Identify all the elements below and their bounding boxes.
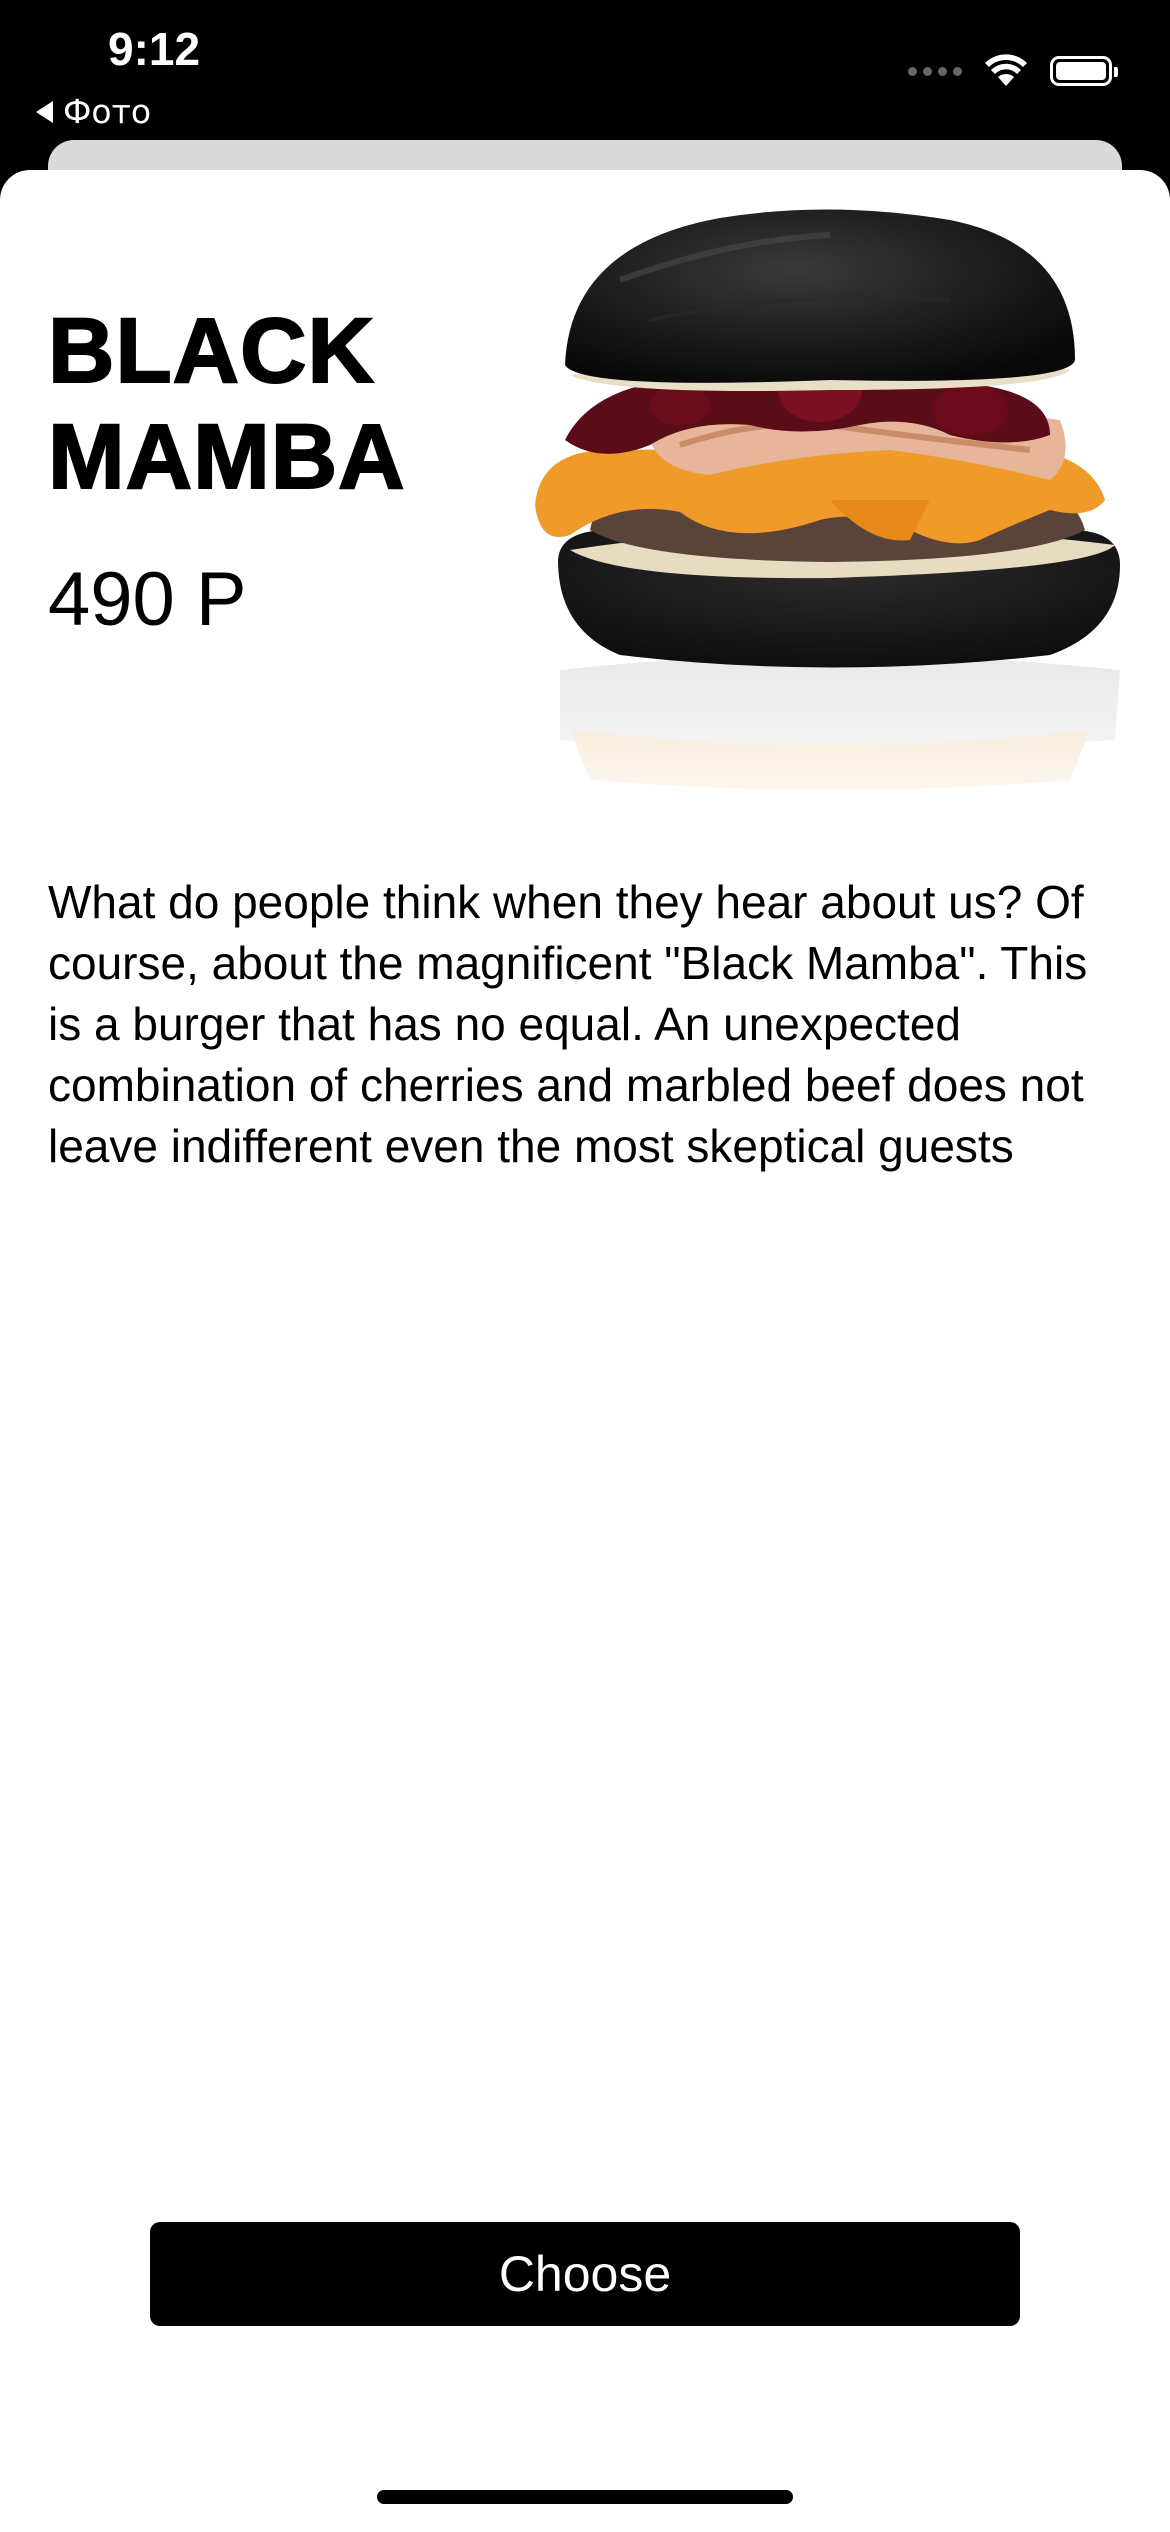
back-arrow-icon	[36, 100, 53, 123]
product-title-line1: BLACK	[47, 299, 375, 403]
choose-button[interactable]: Choose	[150, 2222, 1020, 2326]
battery-icon	[1050, 56, 1118, 86]
screen: 9:12 Фото BLACK MAMBA 490 P What do peop…	[0, 0, 1170, 2532]
product-title: BLACK MAMBA	[47, 298, 568, 510]
wifi-icon	[985, 54, 1027, 86]
home-indicator[interactable]	[377, 2490, 793, 2504]
status-indicators	[908, 54, 1118, 88]
burger-photo	[530, 209, 1130, 840]
cellular-signal-icon	[908, 66, 962, 76]
status-time: 9:12	[108, 23, 201, 75]
back-to-app-link[interactable]: Фото	[36, 92, 151, 131]
back-app-label: Фото	[63, 92, 152, 131]
product-description: What do people think when they hear abou…	[48, 876, 1088, 1172]
product-price: 490 P	[48, 557, 247, 642]
product-title-line2: MAMBA	[47, 405, 406, 509]
